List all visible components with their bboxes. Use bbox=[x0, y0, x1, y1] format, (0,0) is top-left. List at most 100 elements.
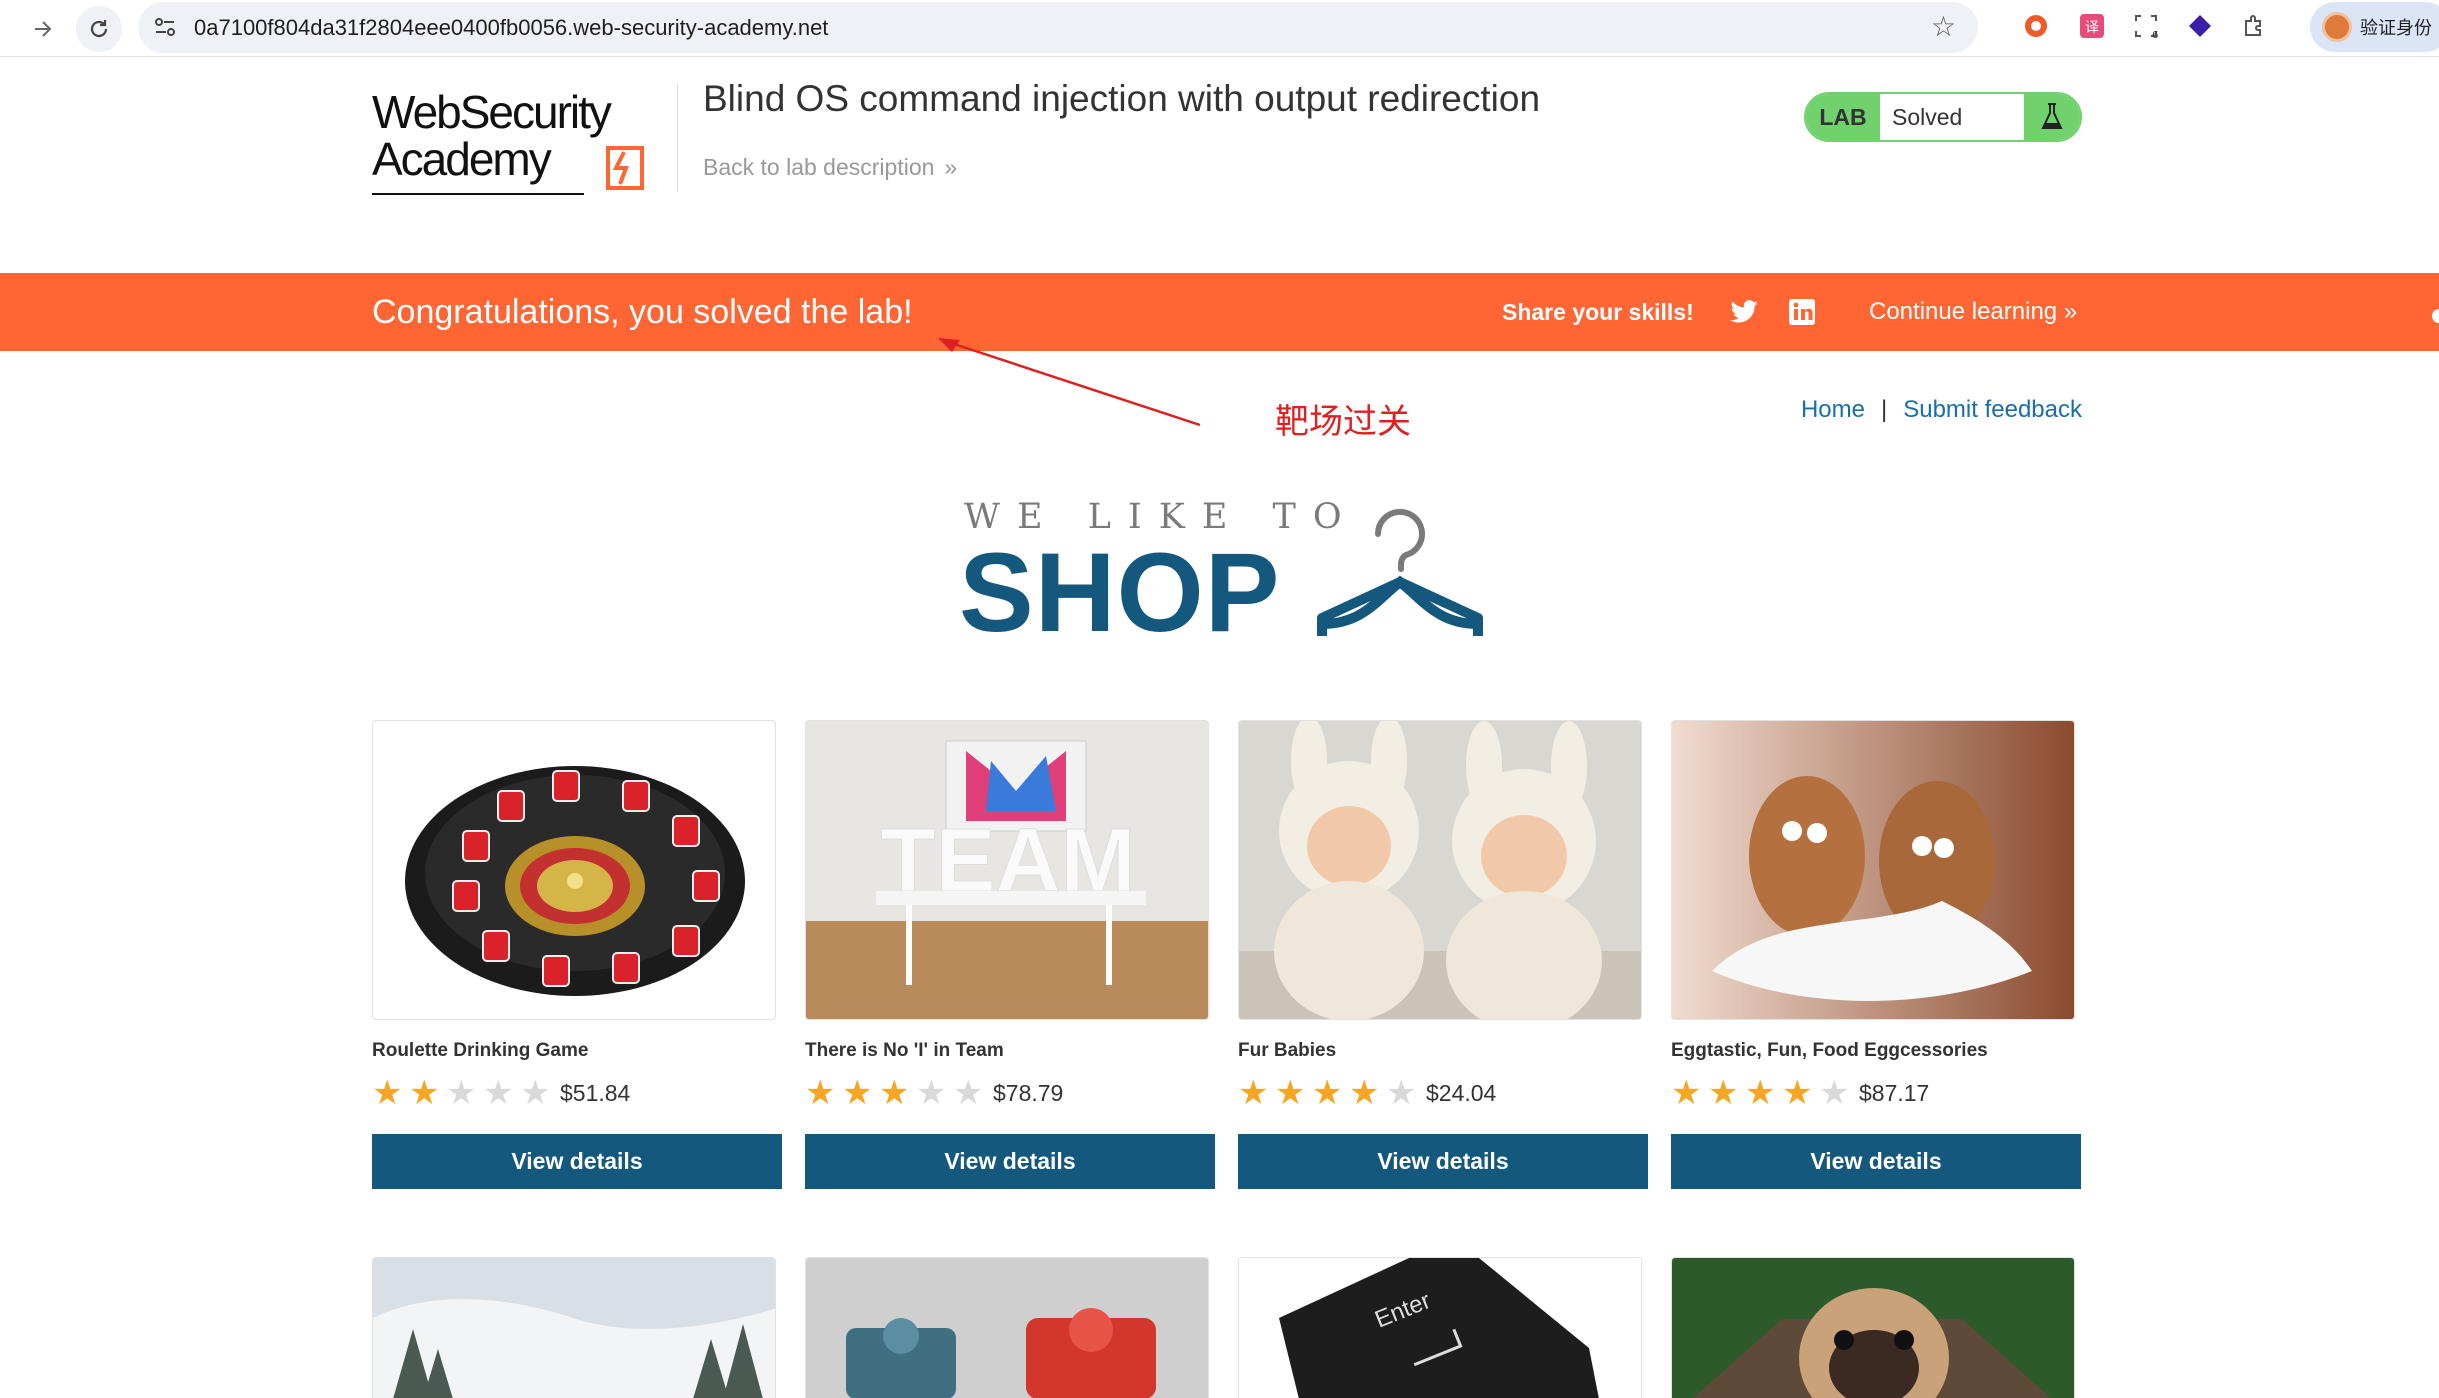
product-rating-row: ★ ★ ★ ★ ★ $87.17 bbox=[1671, 1076, 2081, 1110]
extensions-puzzle-icon[interactable] bbox=[2238, 10, 2270, 42]
bookmark-star-icon[interactable]: ☆ bbox=[1931, 13, 1956, 41]
star-filled-icon: ★ bbox=[1349, 1074, 1380, 1112]
star-filled-icon: ★ bbox=[1671, 1074, 1702, 1112]
product-price: $78.79 bbox=[993, 1079, 1064, 1106]
product-name: Roulette Drinking Game bbox=[372, 1040, 589, 1061]
star-rating: ★ ★ ★ ★ ★ bbox=[372, 1076, 554, 1110]
product-name: There is No 'I' in Team bbox=[805, 1040, 1004, 1061]
star-filled-icon: ★ bbox=[1275, 1074, 1306, 1112]
home-link[interactable]: Home bbox=[1801, 396, 1865, 424]
back-link-label[interactable]: Back to lab description bbox=[703, 154, 934, 181]
star-empty-icon: ★ bbox=[1819, 1074, 1850, 1112]
product-price: $87.17 bbox=[1859, 1079, 1930, 1106]
twitter-icon[interactable] bbox=[1730, 298, 1760, 326]
extension-capture-icon[interactable]: 6 bbox=[2130, 10, 2162, 42]
star-filled-icon: ★ bbox=[1782, 1074, 1813, 1112]
lab-status-widget: LAB Solved bbox=[1804, 92, 2082, 142]
star-filled-icon: ★ bbox=[1745, 1074, 1776, 1112]
product-image-enter-key[interactable]: Enter bbox=[1238, 1257, 1642, 1398]
logo-line1: WebSecurity bbox=[372, 88, 612, 138]
star-filled-icon: ★ bbox=[879, 1074, 910, 1112]
star-filled-icon: ★ bbox=[372, 1074, 403, 1112]
svg-text:译: 译 bbox=[2085, 20, 2099, 36]
solved-message: Congratulations, you solved the lab! bbox=[372, 293, 913, 331]
product-rating-row: ★ ★ ★ ★ ★ $51.84 bbox=[372, 1076, 782, 1110]
back-to-lab-link[interactable]: Back to lab description » bbox=[703, 154, 957, 181]
view-details-button[interactable]: View details bbox=[1671, 1134, 2081, 1189]
product-card: Fur Babies ★ ★ ★ ★ ★ $24.04 View details bbox=[1238, 720, 1648, 1189]
view-details-button[interactable]: View details bbox=[805, 1134, 1215, 1189]
site-settings-icon[interactable] bbox=[152, 14, 178, 40]
product-price: $24.04 bbox=[1426, 1079, 1497, 1106]
links-separator: | bbox=[1880, 396, 1888, 423]
product-card: Roulette Drinking Game ★ ★ ★ ★ ★ $51.84 View… bbox=[372, 720, 782, 1189]
svg-text:6: 6 bbox=[2152, 30, 2158, 40]
submit-feedback-link[interactable]: Submit feedback bbox=[1903, 396, 2082, 424]
star-empty-icon: ★ bbox=[1386, 1074, 1417, 1112]
forward-button[interactable] bbox=[20, 6, 66, 52]
linkedin-icon[interactable] bbox=[1788, 298, 1816, 326]
extension-translate-icon[interactable]: 译 bbox=[2076, 10, 2108, 42]
product-card: TEAM There is No 'I' in Team ★ ★ ★ ★ ★ $78.7… bbox=[805, 720, 1215, 1189]
product-image-eggs[interactable] bbox=[1671, 720, 2075, 1020]
address-bar[interactable]: 0a7100f804da31f2804eee0400fb0056.web-sec… bbox=[138, 2, 1978, 53]
profile-button[interactable]: 验证身份 bbox=[2310, 2, 2439, 52]
continue-label[interactable]: Continue learning bbox=[1869, 298, 2057, 325]
flask-icon bbox=[2024, 94, 2080, 140]
product-image-pug[interactable] bbox=[1671, 1257, 2075, 1398]
star-filled-icon: ★ bbox=[842, 1074, 873, 1112]
star-rating: ★ ★ ★ ★ ★ bbox=[1671, 1076, 1853, 1110]
product-rating-row: ★ ★ ★ ★ ★ $24.04 bbox=[1238, 1076, 1648, 1110]
product-rating-row: ★ ★ ★ ★ ★ $78.79 bbox=[805, 1076, 1215, 1110]
url-text[interactable]: 0a7100f804da31f2804eee0400fb0056.web-sec… bbox=[194, 2, 828, 53]
product-image-fur-babies[interactable] bbox=[1238, 720, 1642, 1020]
lab-status-text: Solved bbox=[1892, 103, 1963, 130]
hero-title: SHOP bbox=[959, 530, 1281, 655]
star-filled-icon: ★ bbox=[1708, 1074, 1739, 1112]
star-empty-icon: ★ bbox=[953, 1074, 984, 1112]
star-empty-icon: ★ bbox=[446, 1074, 477, 1112]
header-divider bbox=[677, 84, 678, 192]
profile-label: 验证身份 bbox=[2360, 18, 2432, 38]
star-empty-icon: ★ bbox=[520, 1074, 551, 1112]
browser-toolbar: 0a7100f804da31f2804eee0400fb0056.web-sec… bbox=[0, 0, 2439, 57]
star-filled-icon: ★ bbox=[1238, 1074, 1269, 1112]
star-rating: ★ ★ ★ ★ ★ bbox=[1238, 1076, 1420, 1110]
reload-icon bbox=[90, 20, 108, 38]
logo-line2: Academy bbox=[372, 133, 552, 185]
annotation-arrow bbox=[938, 338, 1201, 427]
annotation-text: 靶场过关 bbox=[1275, 402, 1411, 442]
lab-tag: LAB bbox=[1806, 94, 1880, 140]
product-price: $51.84 bbox=[560, 1079, 631, 1106]
solved-banner: Congratulations, you solved the lab! Sha… bbox=[0, 273, 2439, 351]
continue-learning-link[interactable]: Continue learning » bbox=[1869, 273, 2077, 351]
hanger-icon bbox=[1317, 508, 1483, 636]
product-name: Eggtastic, Fun, Food Eggcessories bbox=[1671, 1040, 1988, 1061]
lab-title: Blind OS command injection with output r… bbox=[703, 78, 1541, 119]
product-image-team[interactable]: TEAM bbox=[805, 720, 1209, 1020]
reload-button[interactable] bbox=[76, 6, 122, 52]
share-label: Share your skills! bbox=[1502, 299, 1694, 325]
product-card: Eggtastic, Fun, Food Eggcessories ★ ★ ★ ★ ★ … bbox=[1671, 720, 2081, 1189]
avatar bbox=[2322, 12, 2352, 42]
arrow-right-icon bbox=[35, 21, 52, 37]
star-filled-icon: ★ bbox=[409, 1074, 440, 1112]
star-empty-icon: ★ bbox=[916, 1074, 947, 1112]
extension-purple-icon[interactable] bbox=[2184, 10, 2216, 42]
web-security-academy-logo[interactable]: WebSecurity Academy bbox=[372, 88, 677, 200]
product-name: Fur Babies bbox=[1238, 1040, 1337, 1061]
double-chevron-icon: » bbox=[2063, 298, 2078, 325]
star-rating: ★ ★ ★ ★ ★ bbox=[805, 1076, 987, 1110]
scroll-edge-marker bbox=[2432, 309, 2439, 323]
chevron-right-icon: » bbox=[944, 154, 958, 180]
product-image-robots[interactable] bbox=[805, 1257, 1209, 1398]
view-details-button[interactable]: View details bbox=[1238, 1134, 1648, 1189]
product-image-snow[interactable] bbox=[372, 1257, 776, 1398]
extension-orange-icon[interactable] bbox=[2020, 10, 2052, 42]
star-filled-icon: ★ bbox=[1312, 1074, 1343, 1112]
view-details-button[interactable]: View details bbox=[372, 1134, 782, 1189]
product-image-roulette[interactable] bbox=[372, 720, 776, 1020]
top-links: Home | Submit feedback bbox=[1801, 396, 2082, 424]
star-empty-icon: ★ bbox=[483, 1074, 514, 1112]
star-filled-icon: ★ bbox=[805, 1074, 836, 1112]
